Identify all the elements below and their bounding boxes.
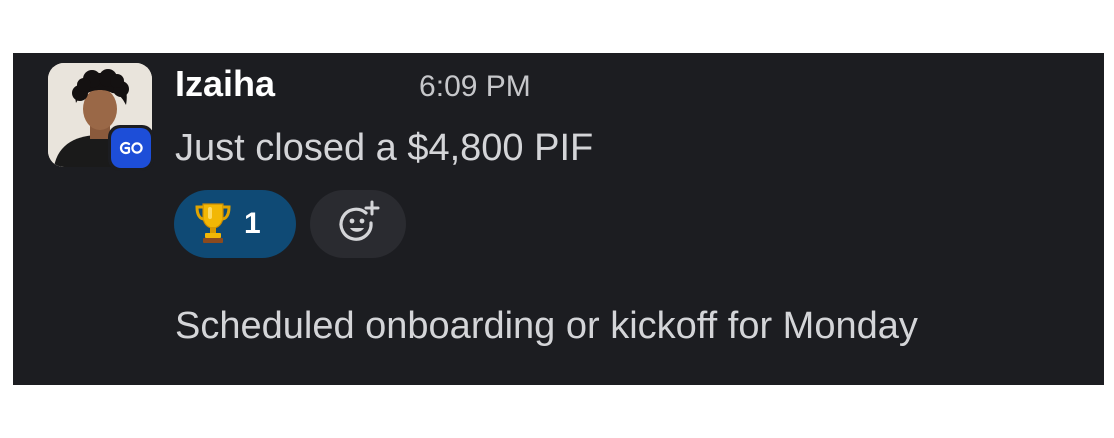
reaction-count: 1 — [244, 207, 261, 240]
timestamp[interactable]: 6:09 PM — [419, 70, 531, 104]
reaction-trophy[interactable]: 1 — [174, 190, 296, 258]
message-text: Just closed a $4,800 PIF — [175, 127, 594, 169]
app-badge — [108, 125, 154, 171]
message-header: Izaiha 6:09 PM — [175, 63, 531, 109]
username[interactable]: Izaiha — [175, 63, 275, 105]
go-app-icon — [111, 128, 151, 168]
add-reaction-button[interactable] — [310, 190, 406, 258]
trophy-icon — [194, 200, 232, 249]
message-panel: Izaiha 6:09 PM Just closed a $4,800 PIF … — [13, 53, 1104, 385]
followup-message-text: Scheduled onboarding or kickoff for Mond… — [175, 305, 918, 347]
add-reaction-icon — [333, 197, 383, 252]
reactions-row: 1 — [174, 190, 406, 258]
